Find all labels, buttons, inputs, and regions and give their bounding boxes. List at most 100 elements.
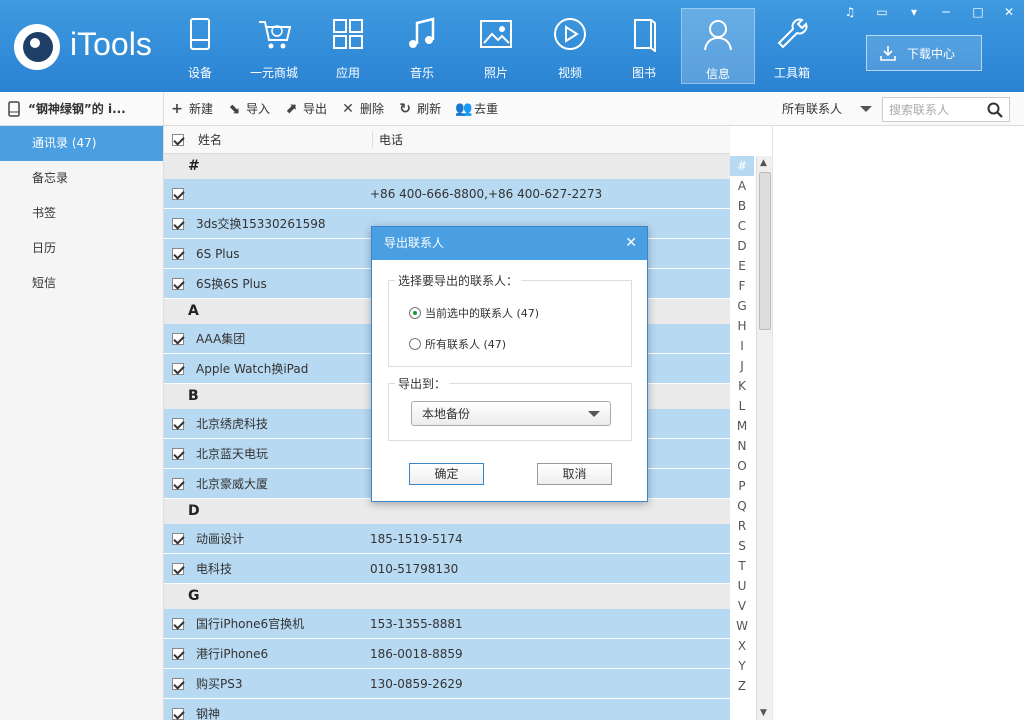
alphabet-letter[interactable]: N xyxy=(730,436,754,456)
alphabet-letter[interactable]: Z xyxy=(730,676,754,696)
alphabet-letter[interactable]: # xyxy=(730,156,754,176)
table-row[interactable]: 国行iPhone6官换机 153-1355-8881 xyxy=(164,609,730,639)
refresh-button[interactable]: ↻ 刷新 xyxy=(398,97,441,121)
nav-item-apps[interactable]: 应用 xyxy=(311,8,385,84)
alphabet-letter[interactable]: K xyxy=(730,376,754,396)
export-button[interactable]: ⬈ 导出 xyxy=(284,97,327,121)
nav-item-book[interactable]: 图书 xyxy=(607,8,681,84)
table-row[interactable]: 动画设计 185-1519-5174 xyxy=(164,524,730,554)
col-phone-header[interactable]: 电话 xyxy=(373,131,403,148)
row-checkbox[interactable] xyxy=(172,332,184,345)
sidebar-item[interactable]: 备忘录 xyxy=(0,161,163,196)
alphabet-index: # A B C D E F G H I J K L M N O P Q R S T U V W X Y Z xyxy=(730,156,754,720)
nav-item-device[interactable]: 设备 xyxy=(163,8,237,84)
sidebar-item[interactable]: 书签 xyxy=(0,196,163,231)
table-row[interactable]: 电科技 010-51798130 xyxy=(164,554,730,584)
list-scrollbar[interactable]: ▲ ▼ xyxy=(756,156,772,720)
alphabet-letter[interactable]: X xyxy=(730,636,754,656)
alphabet-letter[interactable]: L xyxy=(730,396,754,416)
select-all-checkbox[interactable] xyxy=(172,133,184,146)
nav-item-video[interactable]: 视频 xyxy=(533,8,607,84)
row-checkbox[interactable] xyxy=(172,217,184,230)
row-checkbox[interactable] xyxy=(172,417,184,430)
search-input[interactable]: 搜索联系人 xyxy=(882,97,1010,122)
device-icon xyxy=(190,18,210,50)
nav-item-music[interactable]: 音乐 xyxy=(385,8,459,84)
row-checkbox[interactable] xyxy=(172,362,184,375)
alphabet-letter[interactable]: A xyxy=(730,176,754,196)
col-name-header[interactable]: 姓名 xyxy=(198,131,373,148)
alphabet-letter[interactable]: B xyxy=(730,196,754,216)
alphabet-letter[interactable]: H xyxy=(730,316,754,336)
table-row[interactable]: 购买PS3 130-0859-2629 xyxy=(164,669,730,699)
row-checkbox[interactable] xyxy=(172,647,184,660)
row-checkbox[interactable] xyxy=(172,562,184,575)
alphabet-letter[interactable]: V xyxy=(730,596,754,616)
contact-phone: 185-1519-5174 xyxy=(370,531,463,546)
row-checkbox[interactable] xyxy=(172,187,184,200)
new-button[interactable]: + 新建 xyxy=(170,97,213,121)
nav-item-photo[interactable]: 照片 xyxy=(459,8,533,84)
download-center-button[interactable]: 下载中心 xyxy=(866,35,982,71)
alphabet-letter[interactable]: P xyxy=(730,476,754,496)
alphabet-letter[interactable]: C xyxy=(730,216,754,236)
export-target-select[interactable]: 本地备份 xyxy=(411,401,611,426)
row-checkbox[interactable] xyxy=(172,677,184,690)
table-row[interactable]: 港行iPhone6 186-0018-8859 xyxy=(164,639,730,669)
alphabet-letter[interactable]: W xyxy=(730,616,754,636)
delete-button[interactable]: ✕ 删除 xyxy=(341,97,384,121)
alphabet-letter[interactable]: U xyxy=(730,576,754,596)
radio-selected-contacts[interactable]: 当前选中的联系人 (47) xyxy=(409,305,539,321)
maximize-icon[interactable]: □ xyxy=(962,1,994,23)
nav-item-wrench[interactable]: 工具箱 xyxy=(755,8,829,84)
row-checkbox[interactable] xyxy=(172,247,184,260)
alphabet-letter[interactable]: J xyxy=(730,356,754,376)
scroll-up-icon[interactable]: ▲ xyxy=(760,158,767,168)
cancel-button[interactable]: 取消 xyxy=(537,463,612,485)
dedupe-button[interactable]: 👥 去重 xyxy=(455,97,498,121)
row-checkbox[interactable] xyxy=(172,477,184,490)
row-checkbox[interactable] xyxy=(172,447,184,460)
alphabet-letter[interactable]: T xyxy=(730,556,754,576)
alphabet-letter[interactable]: S xyxy=(730,536,754,556)
alphabet-letter[interactable]: Q xyxy=(730,496,754,516)
export-target-legend: 导出到： xyxy=(395,375,450,392)
music-mini-icon[interactable]: ♫ xyxy=(834,1,866,23)
nav-item-user[interactable]: 信息 xyxy=(681,8,755,84)
alphabet-letter[interactable]: G xyxy=(730,296,754,316)
nav-item-cart[interactable]: 一元商城 xyxy=(237,8,311,84)
alphabet-letter[interactable]: D xyxy=(730,236,754,256)
alphabet-letter[interactable]: O xyxy=(730,456,754,476)
contact-phone: 186-0018-8859 xyxy=(370,646,463,661)
alphabet-letter[interactable]: Y xyxy=(730,656,754,676)
alphabet-letter[interactable]: R xyxy=(730,516,754,536)
minimize-icon[interactable]: ─ xyxy=(930,1,962,23)
close-icon[interactable]: ✕ xyxy=(625,227,637,260)
row-checkbox[interactable] xyxy=(172,532,184,545)
ok-button[interactable]: 确定 xyxy=(409,463,484,485)
menu-icon[interactable]: ▾ xyxy=(898,1,930,23)
radio-all-contacts[interactable]: 所有联系人 (47) xyxy=(409,336,506,352)
wrench-icon xyxy=(777,18,808,49)
scroll-down-icon[interactable]: ▼ xyxy=(760,708,767,718)
device-row[interactable]: “钢神绿钢”的 i... xyxy=(0,92,163,126)
scroll-thumb[interactable] xyxy=(759,172,771,330)
row-checkbox[interactable] xyxy=(172,277,184,290)
sidebar-item[interactable]: 日历 xyxy=(0,231,163,266)
sidebar-item[interactable]: 短信 xyxy=(0,266,163,301)
feedback-icon[interactable]: ▭ xyxy=(866,1,898,23)
alphabet-letter[interactable]: M xyxy=(730,416,754,436)
delete-icon: ✕ xyxy=(342,100,354,117)
row-checkbox[interactable] xyxy=(172,617,184,630)
alphabet-letter[interactable]: E xyxy=(730,256,754,276)
contact-filter-dropdown[interactable]: 所有联系人 xyxy=(782,100,873,117)
import-icon: ⬊ xyxy=(228,100,240,117)
table-row[interactable]: 钢神 xyxy=(164,699,730,720)
row-checkbox[interactable] xyxy=(172,707,184,720)
close-icon[interactable]: ✕ xyxy=(994,1,1024,23)
table-row[interactable]: +86 400-666-8800,+86 400-627-2273 xyxy=(164,179,730,209)
sidebar-item[interactable]: 通讯录 (47) xyxy=(0,126,163,161)
alphabet-letter[interactable]: F xyxy=(730,276,754,296)
import-button[interactable]: ⬊ 导入 xyxy=(227,97,270,121)
alphabet-letter[interactable]: I xyxy=(730,336,754,356)
